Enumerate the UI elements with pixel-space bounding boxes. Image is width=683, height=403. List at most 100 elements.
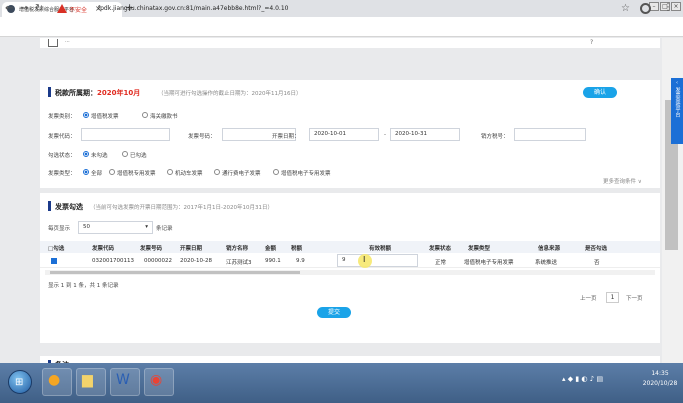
invoice-verify-float-button[interactable]: ‹ 发票查验平台 (671, 78, 683, 144)
cell-status: 正常 (435, 260, 447, 266)
address-bar (0, 17, 683, 37)
current-page-button[interactable]: 1 (606, 292, 619, 303)
radio-type-toll-label: 通行费电子发票 (222, 171, 261, 177)
horizontal-scrollbar[interactable] (45, 270, 655, 275)
radio-type-e-special-label: 增值税电子专用发票 (281, 171, 331, 177)
security-warning[interactable]: 不安全 (69, 5, 87, 14)
back-icon[interactable]: ← (5, 3, 13, 14)
radio-unchecked-label: 未勾选 (91, 153, 108, 159)
radio-type-all-label: 全部 (91, 171, 103, 177)
invoice-type-label: 发票类型： (48, 171, 76, 177)
confirm-button[interactable]: 确认 (583, 87, 617, 98)
breadcrumb: ··· (65, 39, 70, 45)
col-invoice-number: 发票号码 (140, 246, 163, 252)
invoice-category-label: 发票类别： (48, 114, 76, 120)
col-effective-tax: 有效税额 (369, 246, 392, 252)
url-text[interactable]: fpdk.jiangsu.chinatax.gov.cn:81/main.a47… (98, 5, 288, 12)
bookmark-star-icon[interactable]: ☆ (621, 3, 630, 14)
browser-app-icon: ● (48, 372, 61, 388)
system-tray-icons[interactable]: ▴ ◆ ▮ ◐ ♪ ▤ (562, 375, 603, 383)
radio-vat-invoice[interactable] (83, 112, 89, 118)
section-marker (48, 201, 51, 211)
radio-checked[interactable] (122, 151, 128, 157)
pager-summary: 显示 1 到 1 条，共 1 条记录 (48, 283, 119, 289)
home-icon[interactable] (48, 39, 58, 47)
table-header: □勾选 发票代码 发票号码 开票日期 销方名称 金额 税额 有效税额 发票状态 … (40, 241, 660, 253)
cell-amount: 990.1 (265, 258, 281, 264)
date-to-input[interactable]: 2020-10-31 (390, 128, 460, 141)
section-marker (48, 87, 51, 97)
chrome-icon: ◉ (150, 372, 163, 388)
col-invoice-code: 发票代码 (92, 246, 115, 252)
cell-type: 增值税电子专用发票 (464, 260, 514, 266)
page-size-suffix: 条记录 (156, 226, 173, 232)
selection-panel: 发票勾选 （当前可勾选发票的开票日期范围为：2017年1月1日-2020年10月… (40, 193, 660, 343)
cell-invoice-number: 00000022 (144, 258, 172, 264)
check-status-label: 勾选状态： (48, 153, 76, 159)
effective-tax-input[interactable]: 9 (337, 254, 418, 267)
col-is-checked: 是否勾选 (585, 246, 608, 252)
next-page-button[interactable]: 下一页 (626, 294, 643, 302)
cell-tax: 9.9 (296, 258, 305, 264)
chevron-down-icon: ▾ (145, 224, 148, 230)
selection-hint: （当前可勾选发票的开票日期范围为：2017年1月1日-2020年10月31日） (90, 205, 273, 211)
row-checkbox[interactable] (51, 258, 57, 264)
radio-type-vehicle-label: 机动车发票 (175, 171, 203, 177)
radio-customs[interactable] (142, 112, 148, 118)
taskbar-clock[interactable]: 14:35 2020/10/28 (640, 369, 680, 389)
clock-date: 2020/10/28 (642, 380, 678, 387)
reload-icon[interactable]: ↻ (35, 3, 43, 14)
radio-type-toll[interactable] (214, 169, 220, 175)
col-tax: 税额 (291, 246, 303, 252)
selection-title: 发票勾选 (55, 203, 83, 211)
date-separator: - (384, 132, 386, 138)
col-source: 信息来源 (538, 246, 561, 252)
cell-invoice-code: 032001700113 (92, 258, 134, 264)
warning-icon (57, 4, 67, 13)
col-type: 发票类型 (468, 246, 491, 252)
table-row[interactable]: 032001700113 00000022 2020-10-28 江苏测试3 9… (40, 254, 660, 268)
invoice-code-label: 发票代码： (48, 134, 76, 140)
radio-customs-label: 海关缴款书 (150, 114, 178, 120)
account-icon[interactable] (640, 3, 651, 14)
cell-seller: 江苏测试3 (226, 260, 252, 266)
horizontal-scroll-thumb[interactable] (50, 271, 300, 274)
radio-type-all[interactable] (83, 169, 89, 175)
radio-checked-label: 已勾选 (130, 153, 147, 159)
radio-type-vehicle[interactable] (167, 169, 173, 175)
browser-menu-icon[interactable]: ⋮ (663, 2, 673, 13)
col-select-all[interactable]: □勾选 (48, 244, 64, 252)
page-size-prefix: 每页显示 (48, 226, 71, 232)
chevron-left-icon: ‹ (676, 80, 678, 86)
date-from-input[interactable]: 2020-10-01 (309, 128, 379, 141)
col-issue-date: 开票日期 (180, 246, 203, 252)
period-hint: （当期可进行勾选操作的截止日期为：2020年11月16日） (158, 91, 302, 97)
radio-type-e-special[interactable] (273, 169, 279, 175)
effective-tax-value: 9 (342, 257, 346, 263)
period-title: 税款所属期：2020年10月 (55, 89, 141, 97)
page-size-value: 50 (83, 224, 90, 230)
submit-button[interactable]: 提交 (317, 307, 351, 318)
radio-type-vat-special[interactable] (109, 169, 115, 175)
windows-icon: ⊞ (15, 377, 24, 388)
word-icon: W (116, 372, 130, 388)
forward-icon[interactable]: → (20, 3, 28, 14)
issue-date-label: 开票日期： (272, 134, 300, 140)
col-amount: 金额 (265, 246, 277, 252)
clock-time: 14:35 (651, 370, 669, 377)
col-status: 发票状态 (429, 246, 452, 252)
seller-tax-id-input[interactable] (514, 128, 586, 141)
query-panel: 税款所属期：2020年10月 （当期可进行勾选操作的截止日期为：2020年11月… (40, 80, 660, 188)
cell-is-checked: 否 (594, 260, 600, 266)
prev-page-button[interactable]: 上一页 (580, 294, 597, 302)
radio-vat-invoice-label: 增值税发票 (91, 114, 119, 120)
invoice-code-input[interactable] (81, 128, 170, 141)
page-size-select[interactable]: 50 ▾ (78, 221, 153, 234)
more-conditions-link[interactable]: 更多查询条件 ∨ (603, 177, 642, 185)
help-icon[interactable]: ? (590, 39, 593, 46)
seller-tax-id-label: 销方税号： (481, 134, 509, 140)
radio-unchecked[interactable] (83, 151, 89, 157)
folder-icon: ▆ (82, 372, 93, 388)
page-header: ··· ? (40, 38, 660, 48)
period-value: 2020年10月 (97, 89, 141, 97)
